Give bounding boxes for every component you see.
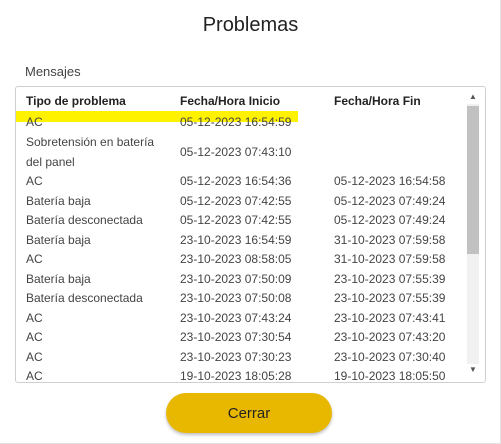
table-header-row: Tipo de problema Fecha/Hora Inicio Fecha… [16,87,456,112]
scrollbar-thumb[interactable] [467,106,479,254]
close-button[interactable]: Cerrar [166,393,332,433]
table-row: Batería baja 23-10-2023 16:54:59 31-10-202… [16,230,456,250]
cell-end-datetime: 19-10-2023 18:05:50 [334,369,446,382]
cell-start-datetime: 05-12-2023 16:54:36 [180,174,292,189]
table-row: AC 23-10-2023 08:58:05 31-10-2023 07:59:58 [16,250,456,270]
table-row: Batería desconectada 23-10-2023 07:50:08 2… [16,289,456,309]
cell-problem-type: Sobretensión en batería del panel [26,134,155,169]
cell-start-datetime: 23-10-2023 08:58:05 [180,252,292,267]
table-row: Sobretensión en batería del panel 05-12-2… [16,132,456,172]
cell-end-datetime [324,132,456,172]
cell-end-datetime: 23-10-2023 07:55:39 [334,291,446,306]
cell-start-datetime: 23-10-2023 07:30:54 [180,330,292,345]
cell-end-datetime: 31-10-2023 07:59:58 [334,232,446,247]
table-row: AC 23-10-2023 07:30:23 23-10-2023 07:30:40 [16,347,456,367]
messages-label: Mensajes [25,64,81,79]
table-row: AC 05-12-2023 16:54:59 [16,112,456,132]
cell-start-datetime: 05-12-2023 07:42:55 [180,193,292,208]
scroll-up-icon[interactable]: ▲ [468,91,478,103]
cell-problem-type: AC [26,114,43,129]
header-end-datetime: Fecha/Hora Fin [334,93,421,108]
cell-start-datetime: 23-10-2023 07:30:23 [180,349,292,364]
cell-start-datetime: 23-10-2023 16:54:59 [180,232,292,247]
cell-problem-type: AC [26,252,43,267]
table-row: Batería baja 05-12-2023 07:42:55 05-12-202… [16,191,456,211]
table-row: AC 05-12-2023 16:54:36 05-12-2023 16:54:58 [16,172,456,192]
table-row: AC 23-10-2023 07:30:54 23-10-2023 07:43:20 [16,328,456,348]
table-row: Batería baja 23-10-2023 07:50:09 23-10-202… [16,269,456,289]
dialog-title: Problemas [202,14,299,36]
messages-table: Tipo de problema Fecha/Hora Inicio Fecha… [16,87,456,383]
vertical-scrollbar[interactable]: ▲ ▼ [459,87,485,382]
cell-start-datetime: 23-10-2023 07:50:09 [180,271,292,286]
table-row: Batería desconectada 05-12-2023 07:42:55 0… [16,211,456,231]
scroll-down-icon[interactable]: ▼ [468,364,478,376]
cell-end-datetime: 23-10-2023 07:30:40 [334,349,446,364]
cell-problem-type: Batería baja [26,232,91,247]
cell-end-datetime: 05-12-2023 07:49:24 [334,213,446,228]
scrollbar-track[interactable] [467,104,479,364]
cell-problem-type: Batería baja [26,193,91,208]
cell-end-datetime: 23-10-2023 07:55:39 [334,271,446,286]
cell-start-datetime: 23-10-2023 07:50:08 [180,291,292,306]
messages-table-viewport[interactable]: Tipo de problema Fecha/Hora Inicio Fecha… [16,87,456,382]
cell-problem-type: Batería desconectada [26,291,143,306]
cell-problem-type: Batería baja [26,271,91,286]
cell-end-datetime: 23-10-2023 07:43:41 [334,310,446,325]
header-problem-type: Tipo de problema [26,93,126,108]
cell-end-datetime: 05-12-2023 07:49:24 [334,193,446,208]
cell-end-datetime [324,112,456,132]
problems-dialog: Problemas Mensajes Tipo de problema Fech… [0,0,501,444]
table-row: AC 23-10-2023 07:43:24 23-10-2023 07:43:41 [16,308,456,328]
cell-problem-type: AC [26,349,43,364]
cell-end-datetime: 23-10-2023 07:43:20 [334,330,446,345]
cell-problem-type: Batería desconectada [26,213,143,228]
cell-problem-type: AC [26,174,43,189]
header-start-datetime: Fecha/Hora Inicio [180,93,281,108]
cell-start-datetime: 23-10-2023 07:43:24 [180,310,292,325]
cell-problem-type: AC [26,330,43,345]
cell-start-datetime: 05-12-2023 07:42:55 [180,213,292,228]
cell-problem-type: AC [26,310,43,325]
cell-problem-type: AC [26,369,43,382]
cell-start-datetime: 05-12-2023 16:54:59 [180,114,292,129]
cell-end-datetime: 05-12-2023 16:54:58 [334,174,446,189]
table-row: AC 19-10-2023 18:05:28 19-10-2023 18:05:50 [16,367,456,382]
cell-start-datetime: 05-12-2023 07:43:10 [180,144,292,159]
messages-table-container: Tipo de problema Fecha/Hora Inicio Fecha… [15,86,486,383]
cell-start-datetime: 19-10-2023 18:05:28 [180,369,292,382]
cell-end-datetime: 31-10-2023 07:59:58 [334,252,446,267]
